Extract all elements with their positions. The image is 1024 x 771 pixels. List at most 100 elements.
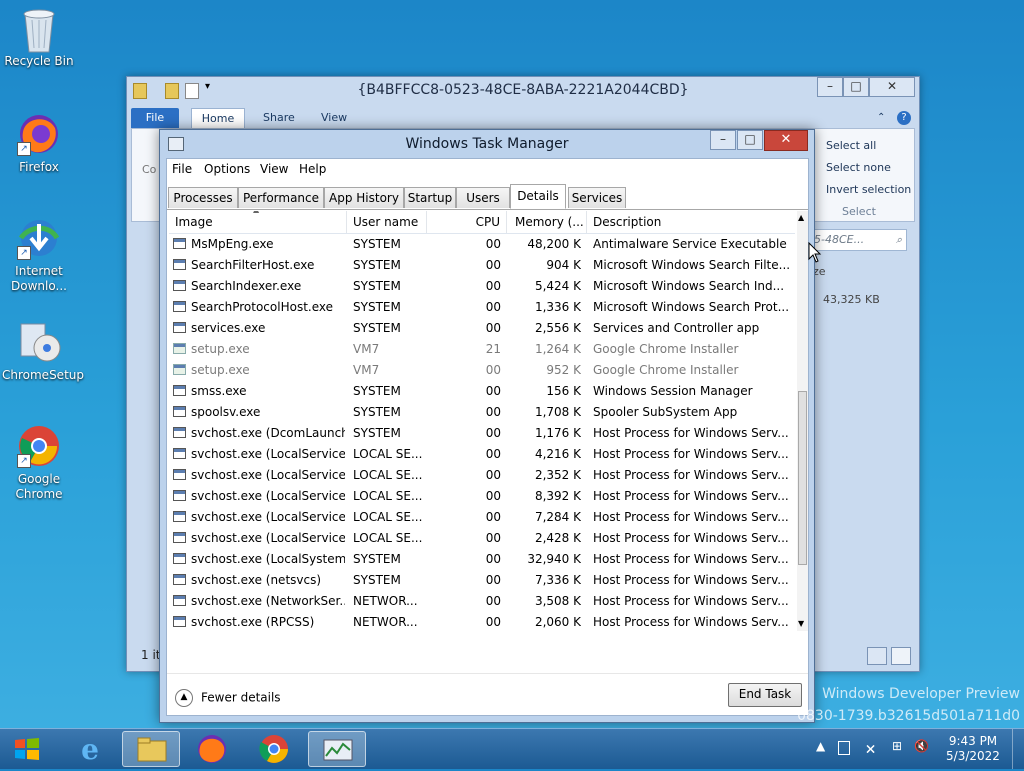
clock[interactable]: 9:43 PM 5/3/2022 [940, 734, 1006, 764]
volume-muted-icon[interactable]: 🔇 [914, 739, 929, 753]
tab-home[interactable]: Home [191, 108, 245, 129]
table-row[interactable]: svchost.exe (LocalSystem... SYSTEM 00 32,94… [169, 549, 795, 570]
tab-share[interactable]: Share [263, 108, 295, 128]
search-input[interactable]: 5-48CE... ⌕ [809, 229, 907, 251]
cell-cpu: 00 [485, 426, 501, 440]
cell-user: NETWOR... [353, 594, 418, 608]
cell-cpu: 00 [485, 300, 501, 314]
tab-view[interactable]: View [321, 108, 347, 128]
details-view-icon[interactable] [867, 647, 887, 665]
cell-user: SYSTEM [353, 279, 401, 293]
column-header-cpu[interactable]: CPU [427, 211, 507, 233]
taskbar-firefox[interactable] [184, 731, 240, 767]
table-row[interactable]: svchost.exe (LocalService... LOCAL SE... 0… [169, 528, 795, 549]
collapse-ribbon-icon[interactable]: ⌃ [877, 108, 885, 128]
table-row[interactable]: svchost.exe (RPCSS) NETWOR... 00 2,060 K Hos… [169, 612, 795, 631]
tab-processes[interactable]: Processes [168, 187, 238, 208]
invert-selection-button[interactable]: Invert selection [826, 183, 911, 196]
taskbar-internet-explorer[interactable]: e [62, 731, 118, 767]
column-header-image[interactable]: Image [169, 211, 347, 233]
tab-details[interactable]: Details [510, 184, 566, 209]
network-error-icon[interactable]: 🗙 [866, 739, 875, 760]
divider [167, 673, 808, 674]
table-row[interactable]: SearchIndexer.exe SYSTEM 00 5,424 K Microsof… [169, 276, 795, 297]
desktop-icon-recycle-bin[interactable]: Recycle Bin [2, 6, 76, 69]
table-row[interactable]: svchost.exe (DcomLaunch) SYSTEM 00 1,176 K H… [169, 423, 795, 444]
close-button[interactable]: ✕ [764, 130, 808, 151]
close-button[interactable]: ✕ [869, 77, 915, 97]
network-icon[interactable]: ⊞ [892, 739, 902, 753]
minimize-button[interactable]: – [710, 130, 736, 150]
tab-performance[interactable]: Performance [238, 187, 324, 208]
help-icon[interactable]: ? [897, 111, 911, 125]
chrome-icon: ↗ [17, 424, 61, 468]
vertical-scrollbar[interactable]: ▲ ▼ [797, 211, 808, 631]
scrollbar-thumb[interactable] [798, 391, 807, 565]
task-manager-client: File Options View Help Processes Perform… [166, 158, 809, 716]
minimize-button[interactable]: – [817, 77, 843, 97]
cell-cpu: 00 [485, 510, 501, 524]
table-row[interactable]: svchost.exe (LocalService... LOCAL SE... 0… [169, 465, 795, 486]
desktop-icon-internet-download-manager[interactable]: ↗ Internet Downlo... [2, 216, 76, 294]
search-icon[interactable]: ⌕ [896, 230, 902, 250]
select-all-button[interactable]: Select all [826, 139, 876, 152]
table-row[interactable]: svchost.exe (NetworkSer... NETWOR... 00 3,5… [169, 591, 795, 612]
table-row[interactable]: svchost.exe (netsvcs) SYSTEM 00 7,336 K Host… [169, 570, 795, 591]
show-desktop-button[interactable] [1012, 729, 1024, 769]
tab-users[interactable]: Users [456, 187, 510, 208]
fewer-details-button[interactable]: ▲ Fewer details [175, 689, 281, 707]
column-header-user-name[interactable]: User name [347, 211, 427, 233]
table-row[interactable]: setup.exe VM7 00 952 K Google Chrome Install… [169, 360, 795, 381]
table-row[interactable]: svchost.exe (LocalService... LOCAL SE... 0… [169, 486, 795, 507]
clock-date: 5/3/2022 [946, 749, 1000, 763]
table-row[interactable]: services.exe SYSTEM 00 2,556 K Services and … [169, 318, 795, 339]
cell-user: SYSTEM [353, 426, 401, 440]
desktop-icon-google-chrome[interactable]: ↗ Google Chrome [2, 424, 76, 502]
show-hidden-icons-icon[interactable]: ▲ [816, 739, 825, 753]
taskbar-google-chrome[interactable] [246, 731, 302, 767]
tab-startup[interactable]: Startup [404, 187, 456, 208]
table-row[interactable]: smss.exe SYSTEM 00 156 K Windows Session Man… [169, 381, 795, 402]
process-icon [173, 280, 186, 291]
tab-app-history[interactable]: App History [324, 187, 404, 208]
scroll-up-icon[interactable]: ▲ [798, 213, 804, 222]
scroll-down-icon[interactable]: ▼ [798, 619, 804, 628]
cell-cpu: 00 [485, 489, 501, 503]
cell-user: SYSTEM [353, 573, 401, 587]
desktop-icon-label: Google Chrome [15, 472, 63, 501]
watermark-line-1: Windows Developer Preview [822, 686, 1020, 702]
table-row[interactable]: svchost.exe (LocalService... LOCAL SE... 0… [169, 507, 795, 528]
task-manager-window[interactable]: Windows Task Manager – □ ✕ File Options … [159, 129, 815, 723]
action-center-icon[interactable] [838, 741, 850, 755]
maximize-button[interactable]: □ [843, 77, 869, 97]
maximize-button[interactable]: □ [737, 130, 763, 150]
table-row[interactable]: setup.exe VM7 21 1,264 K Google Chrome Insta… [169, 339, 795, 360]
tab-file[interactable]: File [131, 108, 179, 128]
cell-image: svchost.exe (LocalService... [191, 489, 345, 503]
table-row[interactable]: SearchFilterHost.exe SYSTEM 00 904 K Microso… [169, 255, 795, 276]
desktop-icon-chrome-setup[interactable]: ChromeSetup [2, 320, 84, 383]
start-button[interactable] [0, 731, 54, 767]
process-icon [173, 490, 186, 501]
large-icons-view-icon[interactable] [891, 647, 911, 665]
table-row[interactable]: MsMpEng.exe SYSTEM 00 48,200 K Antimalware S… [169, 234, 795, 255]
select-none-button[interactable]: Select none [826, 161, 891, 174]
menu-view[interactable]: View [260, 162, 288, 176]
taskbar-file-explorer[interactable] [122, 731, 180, 767]
menu-help[interactable]: Help [299, 162, 326, 176]
desktop-icon-firefox[interactable]: ↗ Firefox [2, 112, 76, 175]
process-icon [173, 469, 186, 480]
menu-file[interactable]: File [172, 162, 192, 176]
menu-options[interactable]: Options [204, 162, 250, 176]
taskbar-task-manager[interactable] [308, 731, 366, 767]
process-icon [173, 532, 186, 543]
process-icon [173, 385, 186, 396]
column-header-memory[interactable]: Memory (... [507, 211, 587, 233]
table-row[interactable]: spoolsv.exe SYSTEM 00 1,708 K Spooler SubSys… [169, 402, 795, 423]
tab-services[interactable]: Services [568, 187, 626, 208]
table-row[interactable]: svchost.exe (LocalService) LOCAL SE... 00 4… [169, 444, 795, 465]
column-header-description[interactable]: Description [587, 211, 795, 233]
end-task-button[interactable]: End Task [728, 683, 802, 707]
table-row[interactable]: SearchProtocolHost.exe SYSTEM 00 1,336 K Mic… [169, 297, 795, 318]
cell-image: spoolsv.exe [191, 405, 261, 419]
